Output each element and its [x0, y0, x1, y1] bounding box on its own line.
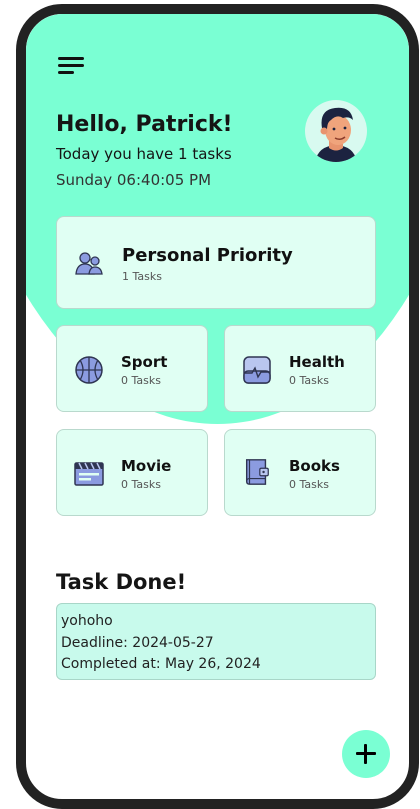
people-icon — [75, 252, 103, 275]
category-title: Movie — [121, 457, 172, 475]
task-completed-at: Completed at: May 26, 2024 — [61, 656, 261, 672]
phone-frame: Hello, Patrick! Today you have 1 tasks S… — [16, 4, 419, 809]
user-avatar[interactable] — [305, 100, 367, 162]
category-count: 0 Tasks — [289, 478, 329, 491]
category-count: 0 Tasks — [121, 478, 161, 491]
plus-icon-vertical — [364, 744, 367, 764]
add-task-button[interactable] — [342, 730, 390, 778]
category-title: Health — [289, 353, 345, 371]
category-title: Sport — [121, 353, 168, 371]
avatar-illustration — [315, 107, 357, 162]
basketball-icon — [75, 356, 103, 384]
category-card-health[interactable]: Health 0 Tasks — [224, 325, 376, 412]
app-screen: Hello, Patrick! Today you have 1 tasks S… — [26, 14, 409, 799]
task-name: yohoho — [61, 613, 113, 629]
category-title: Books — [289, 457, 340, 475]
category-card-sport[interactable]: Sport 0 Tasks — [56, 325, 208, 412]
book-icon — [245, 459, 269, 485]
completed-task-card[interactable]: yohoho Deadline: 2024-05-27 Completed at… — [56, 603, 376, 680]
category-card-movie[interactable]: Movie 0 Tasks — [56, 429, 208, 516]
task-deadline: Deadline: 2024-05-27 — [61, 634, 214, 651]
heartbeat-icon — [243, 356, 271, 384]
category-title: Personal Priority — [122, 245, 293, 266]
category-count: 0 Tasks — [289, 374, 329, 387]
current-datetime: Sunday 06:40:05 PM — [56, 171, 212, 189]
greeting-title: Hello, Patrick! — [56, 112, 233, 137]
tasks-summary: Today you have 1 tasks — [56, 145, 232, 163]
category-card-personal-priority[interactable]: Personal Priority 1 Tasks — [56, 216, 376, 309]
category-count: 0 Tasks — [121, 374, 161, 387]
category-card-books[interactable]: Books 0 Tasks — [224, 429, 376, 516]
hamburger-menu-icon[interactable] — [58, 56, 86, 76]
task-done-heading: Task Done! — [56, 570, 187, 594]
clapperboard-icon — [74, 462, 104, 486]
category-count: 1 Tasks — [122, 270, 162, 283]
